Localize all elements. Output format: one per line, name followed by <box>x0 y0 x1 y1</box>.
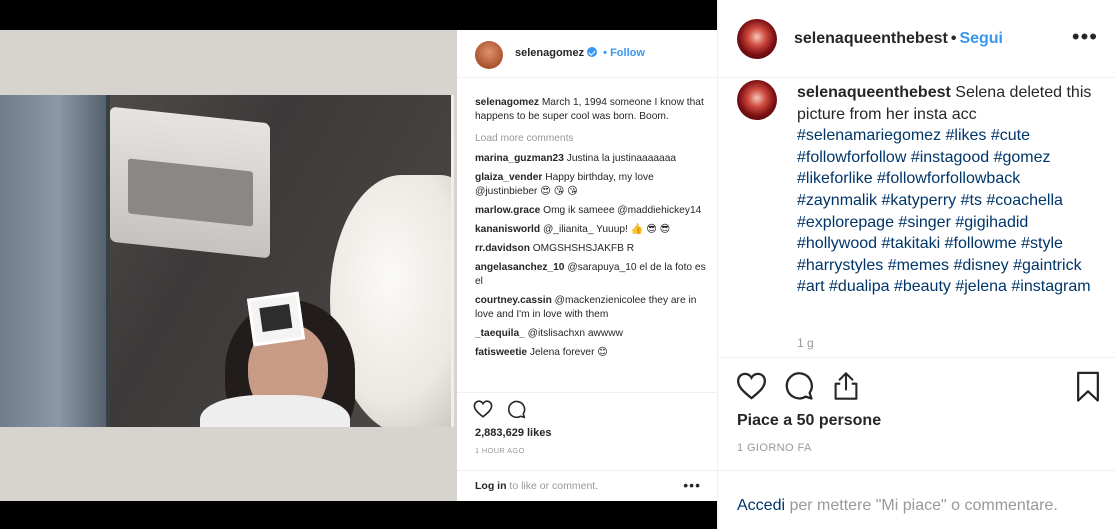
instagram-post-view: selenagomez • Follow selenagomez March 1… <box>0 0 1115 529</box>
more-options-icon[interactable]: ••• <box>1072 24 1098 50</box>
embedded-username-row: selenagomez • Follow <box>515 47 645 59</box>
comment-text: OMGSHSHSJAKFB R <box>529 243 635 254</box>
post-date[interactable]: 1 GIORNO FA <box>737 442 812 454</box>
embedded-login-link: Log in <box>475 480 507 492</box>
comment-text: Justina la justinaaaaaaa <box>563 153 677 164</box>
comment-item: angelasanchez_10 @sarapuya_10 el de la f… <box>475 261 711 289</box>
login-link[interactable]: Accedi <box>737 497 785 514</box>
comment-item: marlow.grace Omg ik sameee @maddiehickey… <box>475 204 711 218</box>
caption-comment: selenaqueenthebest Selena deleted this p… <box>797 82 1097 298</box>
comment-username: rr.davidson <box>475 243 530 254</box>
avatar[interactable] <box>737 19 777 59</box>
comment-item: glaiza_vender Happy birthday, my love @j… <box>475 171 711 199</box>
action-bar <box>718 357 1115 417</box>
likes-count[interactable]: Piace a 50 persone <box>737 412 881 430</box>
comment-text: Omg ik sameee @maddiehickey14 <box>540 205 702 216</box>
comment-item: marina_guzman23 Justina la justinaaaaaaa <box>475 152 711 166</box>
media-letterbox-top <box>0 0 717 30</box>
heart-icon[interactable] <box>736 372 767 400</box>
embedded-caption: selenagomez March 1, 1994 someone I know… <box>475 96 711 124</box>
header-username-row: selenaqueenthebest • Segui <box>794 30 1003 48</box>
heart-icon <box>473 400 493 418</box>
login-footer: Accedi per mettere "Mi piace" o commenta… <box>718 470 1115 529</box>
media-letterbox-bottom <box>0 501 717 529</box>
comment-username: _taequila_ <box>475 328 525 339</box>
comment-username: marlow.grace <box>475 205 541 216</box>
post-sidebar: selenaqueenthebest • Segui ••• selenaqueen… <box>717 0 1115 529</box>
comment-avatar[interactable] <box>737 80 777 120</box>
comment-icon <box>507 400 526 419</box>
embedded-username: selenagomez <box>515 47 585 59</box>
comment-username: glaiza_vender <box>475 172 543 183</box>
post-header: selenaqueenthebest • Segui ••• <box>718 0 1115 78</box>
photo-polaroid <box>246 291 306 347</box>
embedded-follow-text: Follow <box>610 47 645 59</box>
comment-username: marina_guzman23 <box>475 153 564 164</box>
embedded-login-rest: to like or comment. <box>506 480 599 492</box>
caption-username[interactable]: selenaqueenthebest <box>797 84 951 101</box>
comment-username: kananisworld <box>475 224 541 235</box>
photo <box>0 95 454 427</box>
embedded-follow-label: • Follow <box>603 47 645 59</box>
comment-username: angelasanchez_10 <box>475 262 565 273</box>
avatar <box>475 41 503 69</box>
embedded-time: 1 HOUR AGO <box>475 446 525 455</box>
embedded-post-header: selenagomez • Follow <box>457 30 717 78</box>
photo-jeans <box>0 95 110 427</box>
header-dot: • <box>950 30 957 47</box>
comment-item: courtney.cassin @mackenzienicolee they a… <box>475 294 711 322</box>
embedded-actions <box>457 392 717 422</box>
post-media: selenagomez • Follow selenagomez March 1… <box>0 0 717 529</box>
comment-item: fatisweetie Jelena forever 😊 <box>475 346 711 356</box>
embedded-post-card: selenagomez • Follow selenagomez March 1… <box>457 30 717 501</box>
comment-item: _taequila_ @itslisachxn awwww <box>475 327 711 341</box>
embedded-login-prompt: Log in to like or comment. <box>475 480 598 492</box>
comment-username: fatisweetie <box>475 347 528 356</box>
verified-badge-icon <box>587 47 598 57</box>
login-prompt-rest: per mettere "Mi piace" o commentare. <box>785 497 1058 514</box>
comment-item: kananisworld @_ilianita_ Yuuup! 👍 😎 😎 <box>475 223 711 237</box>
load-more-comments: Load more comments <box>475 133 574 144</box>
comment-text: @itslisachxn awwww <box>524 328 623 339</box>
photo-shirt <box>200 395 350 427</box>
comment-text: Jelena forever 😊 <box>527 347 608 356</box>
bookmark-icon[interactable] <box>1075 371 1101 403</box>
follow-button[interactable]: Segui <box>959 30 1003 47</box>
header-username[interactable]: selenaqueenthebest <box>794 30 948 47</box>
comment-item: rr.davidson OMGSHSHSJAKFB R <box>475 242 711 256</box>
login-prompt: Accedi per mettere "Mi piace" o commenta… <box>737 497 1058 515</box>
caption-hashtags[interactable]: #selenamariegomez #likes #cute #followfo… <box>797 127 1091 295</box>
embedded-footer: Log in to like or comment. ••• <box>457 470 717 501</box>
share-icon[interactable] <box>832 371 860 401</box>
embedded-comments: selenagomez March 1, 1994 someone I know… <box>475 96 711 361</box>
comment-text: @_ilianita_ Yuuup! 👍 😎 😎 <box>540 224 671 235</box>
embedded-more-icon: ••• <box>683 477 701 493</box>
embedded-likes: 2,883,629 likes <box>475 427 552 439</box>
comment-icon[interactable] <box>784 371 814 401</box>
comment-username: courtney.cassin <box>475 295 552 306</box>
caption-username: selenagomez <box>475 97 539 108</box>
comment-age[interactable]: 1 g <box>797 336 814 350</box>
